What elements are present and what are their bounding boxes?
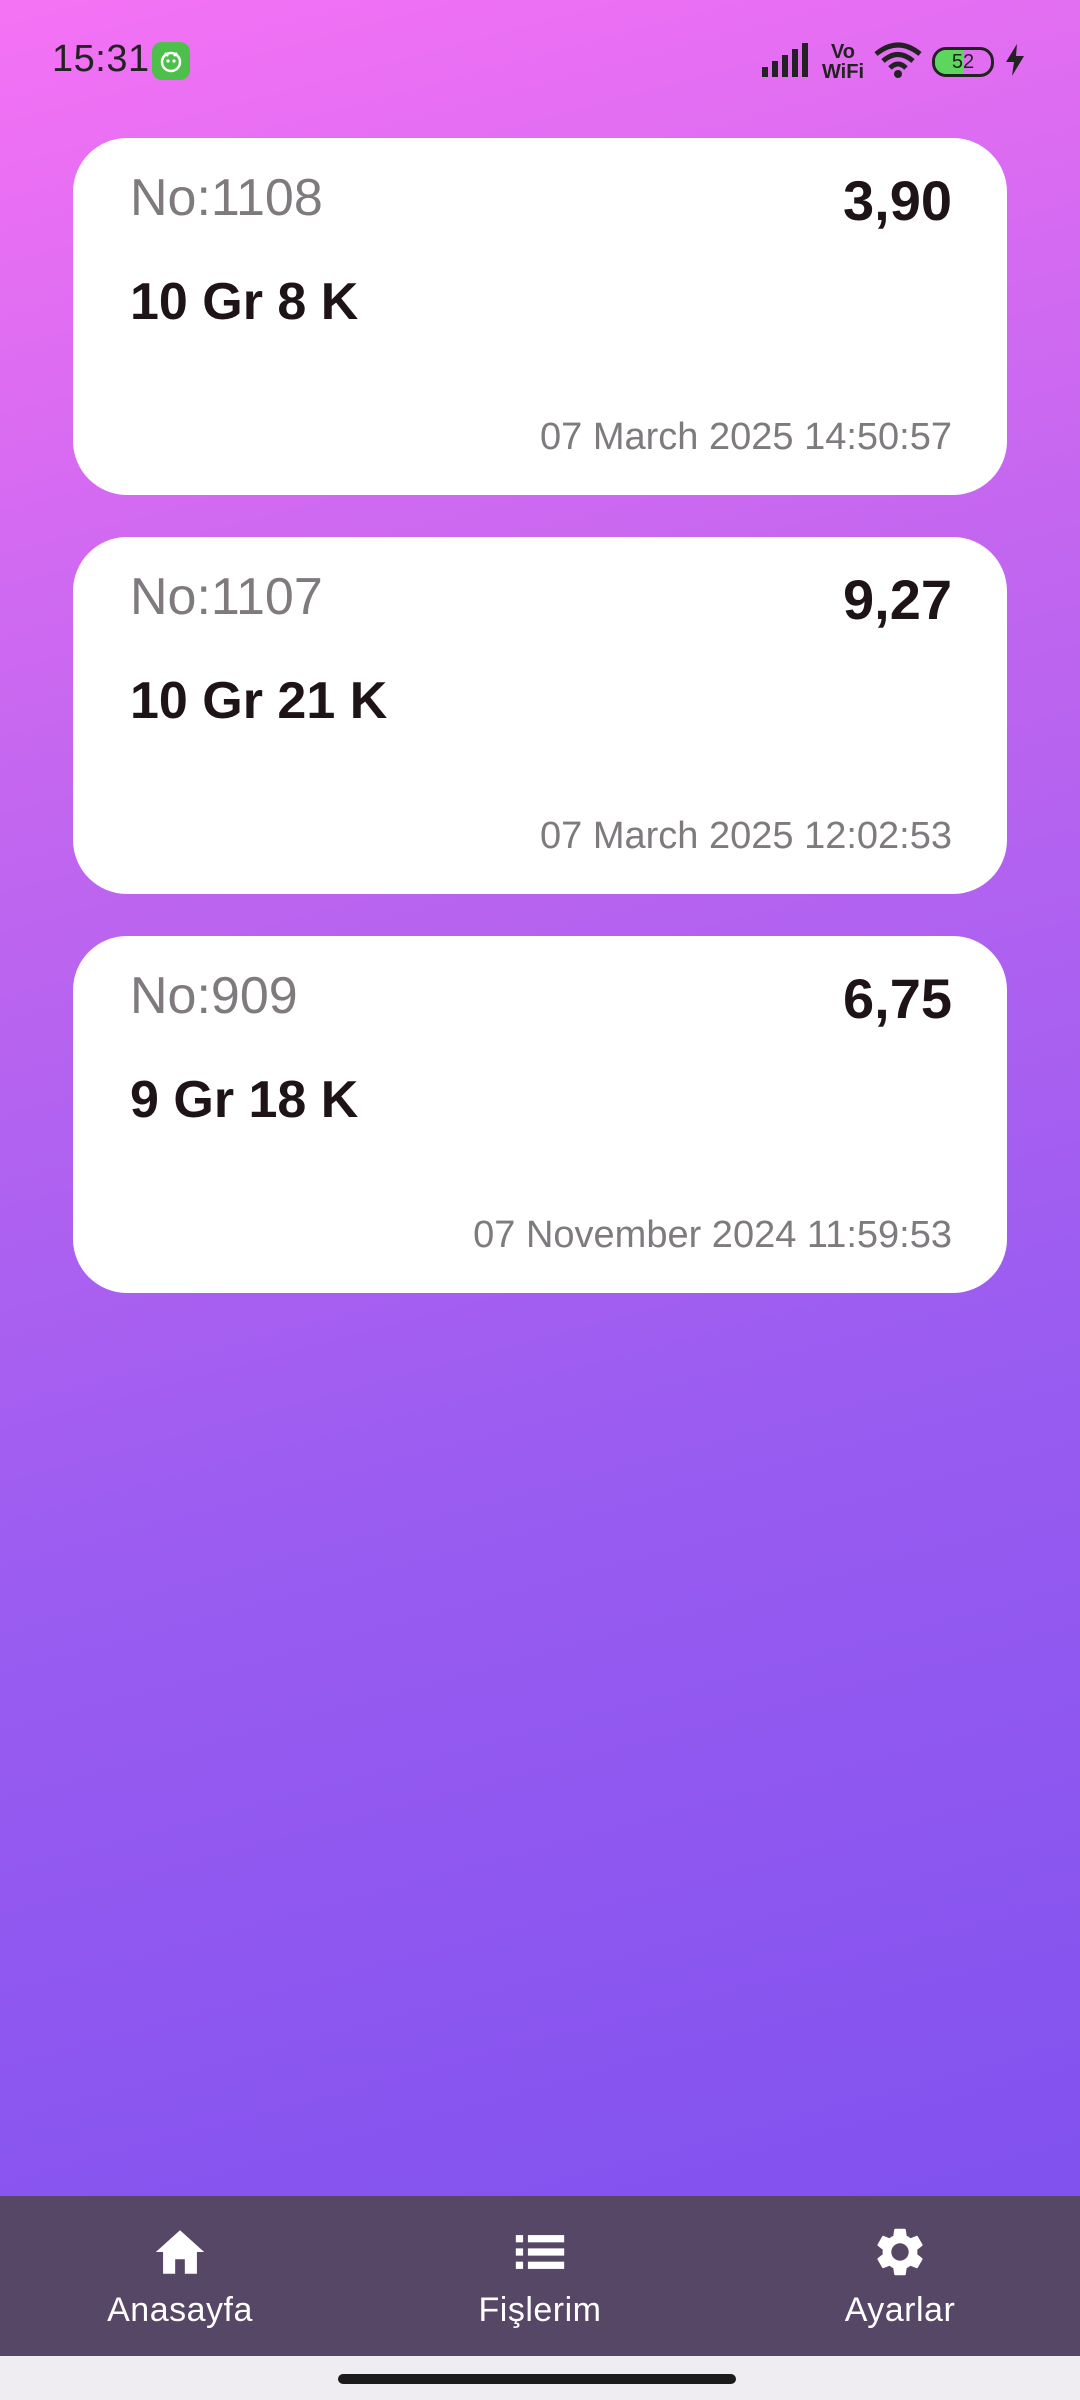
nav-home[interactable]: Anasayfa	[0, 2196, 360, 2356]
home-gesture-bar[interactable]	[338, 2374, 736, 2384]
receipt-amount: 6,75	[843, 967, 952, 1030]
vowifi-indicator: Vo WiFi	[821, 41, 864, 83]
signal-icon	[761, 42, 812, 82]
nav-receipts[interactable]: Fişlerim	[360, 2196, 720, 2356]
receipt-description: 10 Gr 21 K	[130, 672, 388, 730]
gear-icon	[877, 2228, 923, 2275]
receipt-number: No:1107	[130, 568, 323, 626]
receipt-card[interactable]: No:1107 9,27 10 Gr 21 K 07 March 2025 12…	[73, 537, 1007, 894]
battery-icon: 52	[932, 47, 994, 77]
nav-settings-label: Ayarlar	[844, 2290, 956, 2329]
receipt-description: 9 Gr 18 K	[130, 1071, 359, 1129]
receipt-date: 07 March 2025 14:50:57	[540, 416, 952, 458]
list-icon	[515, 2234, 565, 2269]
status-bar: 15:31 Vo WiFi 52	[0, 0, 1080, 120]
receipt-card[interactable]: No:909 6,75 9 Gr 18 K 07 November 2024 1…	[73, 936, 1007, 1293]
bottom-navigation: Anasayfa Fişlerim Ayarlar	[0, 2196, 1080, 2356]
receipt-date: 07 March 2025 12:02:53	[540, 815, 952, 857]
battery-level: 52	[951, 50, 975, 73]
receipt-number: No:1108	[130, 169, 323, 227]
charging-icon	[1004, 43, 1026, 81]
nav-home-label: Anasayfa	[107, 2290, 253, 2329]
receipt-date: 07 November 2024 11:59:53	[473, 1214, 952, 1256]
app-notification-icon	[152, 42, 190, 80]
receipt-amount: 3,90	[843, 169, 952, 232]
nav-settings[interactable]: Ayarlar	[720, 2196, 1080, 2356]
home-icon	[155, 2229, 205, 2274]
receipt-amount: 9,27	[843, 568, 952, 631]
nav-receipts-label: Fişlerim	[478, 2290, 602, 2329]
receipt-description: 10 Gr 8 K	[130, 273, 359, 331]
status-time: 15:31	[52, 38, 150, 80]
receipt-card[interactable]: No:1108 3,90 10 Gr 8 K 07 March 2025 14:…	[73, 138, 1007, 495]
wifi-icon	[874, 42, 922, 83]
receipt-list: No:1108 3,90 10 Gr 8 K 07 March 2025 14:…	[73, 138, 1007, 1335]
receipt-number: No:909	[130, 967, 298, 1025]
